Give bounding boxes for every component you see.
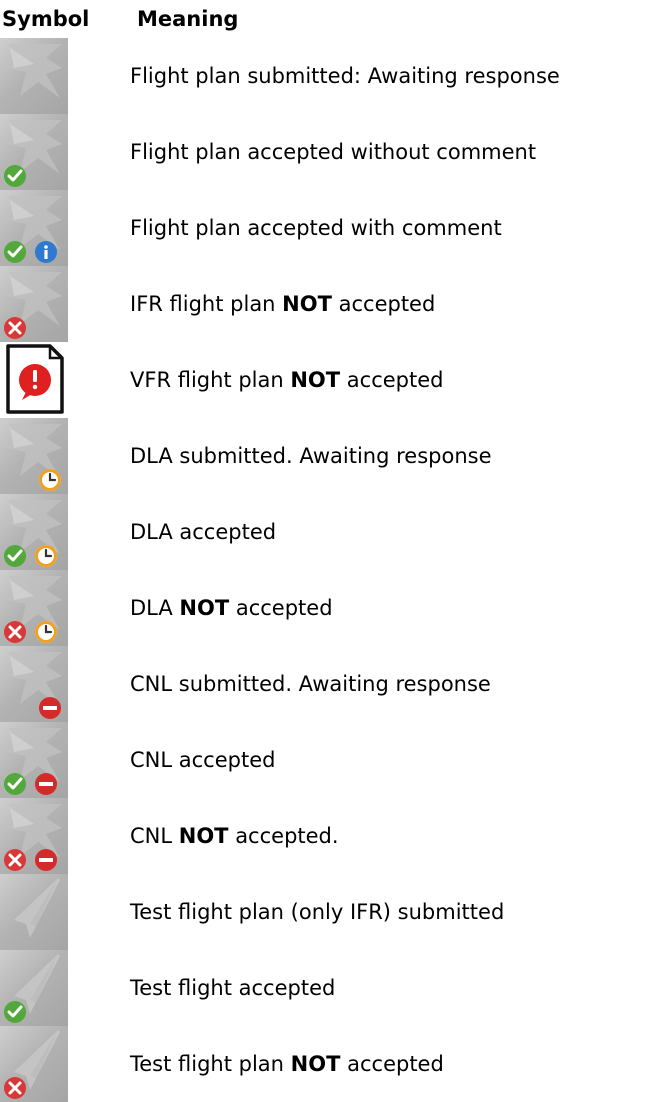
table-row: Flight plan accepted with comment (0, 190, 659, 266)
meaning-text-part: accepted (340, 368, 444, 392)
table-row: VFR flight plan NOT accepted (0, 342, 659, 418)
meaning-text-part: DLA submitted. Awaiting response (130, 444, 492, 468)
meaning-text-part: accepted (331, 292, 436, 316)
meaning-text: Flight plan submitted: Awaiting response (130, 38, 560, 114)
meaning-text-part: Test flight plan (130, 1052, 291, 1076)
meaning-text-part: IFR flight plan (130, 292, 283, 316)
table-row: Flight plan submitted: Awaiting response (0, 38, 659, 114)
table-row: CNL submitted. Awaiting response (0, 646, 659, 722)
table-row: DLA accepted (0, 494, 659, 570)
meaning-text-part: DLA (130, 596, 180, 620)
table-row: DLA NOT accepted (0, 570, 659, 646)
table-row: Test flight plan NOT accepted (0, 1026, 659, 1102)
legend-table: Flight plan submitted: Awaiting response… (0, 38, 659, 1102)
meaning-column-header: Meaning (137, 7, 239, 31)
table-header: Symbol Meaning (0, 4, 659, 34)
test-plane-icon (0, 1026, 68, 1102)
meaning-text: Flight plan accepted without comment (130, 114, 536, 190)
plane-icon (0, 646, 68, 722)
plane-icon (0, 266, 68, 342)
test-plane-icon (0, 950, 68, 1026)
table-row: IFR flight plan NOT accepted (0, 266, 659, 342)
meaning-text: CNL NOT accepted. (130, 798, 339, 874)
meaning-text: DLA accepted (130, 494, 276, 570)
plane-icon (0, 570, 68, 646)
meaning-text: CNL accepted (130, 722, 275, 798)
meaning-emphasis: NOT (179, 596, 230, 620)
document-alert-icon (0, 342, 68, 418)
table-row: Test flight accepted (0, 950, 659, 1026)
symbol-column-header: Symbol (2, 7, 90, 31)
table-row: DLA submitted. Awaiting response (0, 418, 659, 494)
plane-icon (0, 494, 68, 570)
meaning-text-part: CNL submitted. Awaiting response (130, 672, 491, 696)
table-row: Test flight plan (only IFR) submitted (0, 874, 659, 950)
meaning-text: Flight plan accepted with comment (130, 190, 502, 266)
meaning-text: Test flight plan NOT accepted (130, 1026, 444, 1102)
plane-icon (0, 114, 68, 190)
meaning-text-part: CNL (130, 824, 179, 848)
meaning-text: IFR flight plan NOT accepted (130, 266, 435, 342)
meaning-text-part: Test flight accepted (130, 976, 336, 1000)
table-row: Flight plan accepted without comment (0, 114, 659, 190)
meaning-emphasis: NOT (178, 824, 229, 848)
plane-icon (0, 722, 68, 798)
meaning-text-part: Test flight plan (only IFR) submitted (130, 900, 505, 924)
meaning-text-part: accepted. (228, 824, 339, 848)
meaning-emphasis: NOT (290, 1052, 341, 1076)
plane-icon (0, 190, 68, 266)
meaning-text-part: Flight plan accepted with comment (130, 216, 502, 240)
meaning-text: Test flight accepted (130, 950, 335, 1026)
test-plane-icon (0, 874, 68, 950)
meaning-text: DLA submitted. Awaiting response (130, 418, 492, 494)
plane-icon (0, 798, 68, 874)
meaning-emphasis: NOT (290, 368, 341, 392)
meaning-text-part: Flight plan submitted: Awaiting response (130, 64, 560, 88)
meaning-text-part: CNL accepted (130, 748, 276, 772)
meaning-text-part: Flight plan accepted without comment (130, 140, 537, 164)
meaning-text: Test flight plan (only IFR) submitted (130, 874, 504, 950)
plane-icon (0, 38, 68, 114)
meaning-emphasis: NOT (282, 292, 332, 316)
meaning-text-part: DLA accepted (130, 520, 277, 544)
meaning-text: DLA NOT accepted (130, 570, 333, 646)
meaning-text: VFR flight plan NOT accepted (130, 342, 443, 418)
meaning-text-part: accepted (340, 1052, 444, 1076)
meaning-text: CNL submitted. Awaiting response (130, 646, 491, 722)
table-row: CNL NOT accepted. (0, 798, 659, 874)
meaning-text-part: VFR flight plan (130, 368, 291, 392)
meaning-text-part: accepted (229, 596, 333, 620)
plane-icon (0, 418, 68, 494)
table-row: CNL accepted (0, 722, 659, 798)
